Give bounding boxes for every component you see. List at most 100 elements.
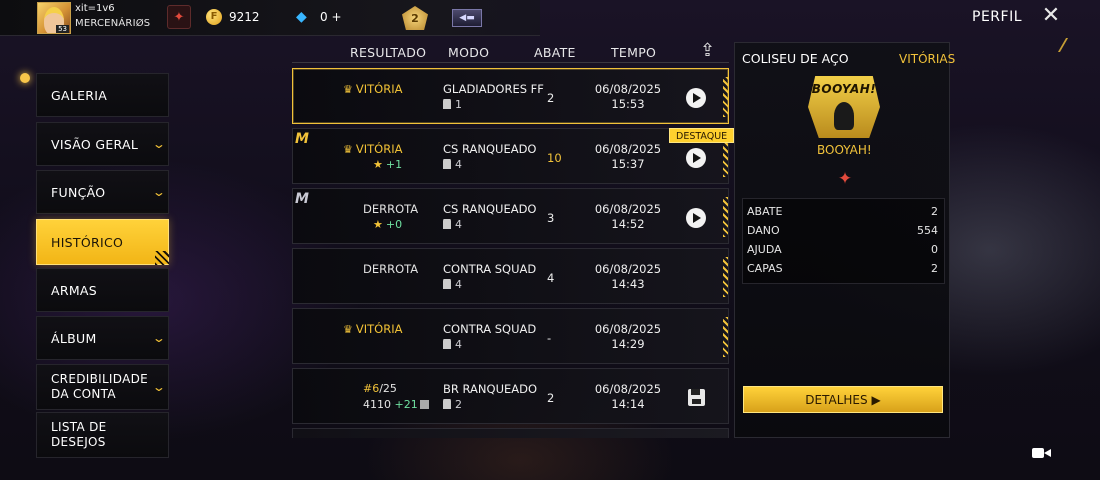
sidebar-item-credibilidade[interactable]: CREDIBILIDADE DA CONTA ⌄ [36, 364, 169, 410]
kill-count: 2 [547, 391, 555, 405]
star-icon: ★ [373, 218, 383, 231]
sidebar-item-historico[interactable]: HISTÓRICO [36, 219, 169, 265]
kill-count: 10 [547, 151, 562, 165]
sidebar-item-galeria[interactable]: GALERIA [36, 73, 169, 117]
person-icon [443, 99, 451, 109]
flag-icon[interactable]: ◀▬ [452, 9, 482, 27]
trophy-icon: ♛ [343, 83, 353, 96]
trophy-icon: ♛ [343, 143, 353, 156]
play-icon[interactable] [686, 148, 706, 168]
page-title: PERFIL [972, 9, 1022, 25]
trophy-icon: ♛ [343, 323, 353, 336]
mode-name: CONTRA SQUAD [443, 262, 537, 276]
sidebar-item-visao-geral[interactable]: VISÃO GERAL ⌄ [36, 122, 169, 166]
squad-size: 4 [443, 158, 462, 171]
decorative-slash [1057, 38, 1079, 52]
kill-count: 4 [547, 271, 555, 285]
star-change: ★ +0 [373, 218, 403, 231]
player-level: 53 [56, 25, 69, 33]
decorative-stripe [723, 197, 728, 237]
save-icon[interactable] [688, 389, 705, 406]
booyah-label: BOOYAH! [817, 143, 872, 157]
person-icon [443, 399, 451, 409]
table-row[interactable]: ♛ VITÓRIA CONTRA SQUAD 4 - 06/08/2025 14:2… [292, 308, 729, 364]
squad-size: 4 [443, 278, 462, 291]
panel-mode-title: COLISEU DE AÇO [742, 51, 849, 66]
rank-points: 4110 +21 [363, 398, 429, 411]
booyah-logo-icon: BOOYAH! [808, 76, 880, 138]
guild-name: MERCENÁRIØS [75, 18, 151, 29]
chevron-down-icon: ⌄ [151, 185, 167, 199]
rank-tier-icon: M [295, 131, 309, 147]
stat-row: ABATE 2 [747, 205, 938, 218]
match-time: 06/08/2025 14:29 [594, 322, 662, 351]
match-time: 06/08/2025 14:14 [594, 382, 662, 411]
column-header-modo: MODO [448, 45, 490, 60]
sidebar-item-album[interactable]: ÁLBUM ⌄ [36, 316, 169, 360]
result-win: ♛ VITÓRIA [343, 142, 403, 156]
result-win: ♛ VITÓRIA [343, 82, 403, 96]
star-icon: ★ [373, 158, 383, 171]
play-icon[interactable] [686, 88, 706, 108]
sidebar-item-funcao[interactable]: FUNÇÃO ⌄ [36, 170, 169, 214]
table-row[interactable]: M ♛ VITÓRIA ★ +1 CS RANQUEADO 4 10 06/08/2… [292, 128, 729, 184]
points-icon [419, 400, 429, 409]
table-row-partial [292, 428, 729, 438]
guild-emblem-icon[interactable]: ✦ [167, 5, 191, 29]
header-divider [292, 62, 729, 63]
stat-row: AJUDA 0 [747, 243, 938, 256]
squad-size: 4 [443, 338, 462, 351]
mode-name: CS RANQUEADO [443, 142, 537, 156]
kill-count: - [547, 331, 552, 345]
rank-position: #6/25 [363, 382, 397, 395]
player-nickname: xit=1v6 [75, 3, 115, 14]
person-icon [443, 279, 451, 289]
match-time: 06/08/2025 14:43 [594, 262, 662, 291]
stat-row: DANO 554 [747, 224, 938, 237]
table-row[interactable]: DERROTA CONTRA SQUAD 4 4 06/08/2025 14:43 [292, 248, 729, 304]
squad-size: 1 [443, 98, 462, 111]
diamond-icon: ◆ [296, 9, 307, 25]
column-header-abate: ABATE [534, 45, 576, 60]
result-loss: DERROTA [363, 262, 419, 276]
highlight-badge: DESTAQUE [669, 128, 735, 143]
table-row[interactable]: ♛ VITÓRIA GLADIADORES FF 1 2 06/08/2025 15… [292, 68, 729, 124]
result-loss: DERROTA [363, 202, 419, 216]
person-icon [443, 339, 451, 349]
column-header-resultado: RESULTADO [350, 45, 427, 60]
coin-icon: F [206, 9, 222, 25]
table-row[interactable]: #6/25 4110 +21 BR RANQUEADO 2 2 06/08/20… [292, 368, 729, 424]
mode-name: GLADIADORES FF [443, 82, 544, 96]
mode-name: CONTRA SQUAD [443, 322, 537, 336]
chevron-down-icon: ⌄ [151, 137, 167, 151]
sidebar-item-lista-de-desejos[interactable]: LISTA DE DESEJOS [36, 412, 169, 458]
star-change: ★ +1 [373, 158, 403, 171]
sidebar-item-armas[interactable]: ARMAS [36, 268, 169, 312]
avatar[interactable]: 53 [37, 2, 71, 34]
decorative-stripe [723, 257, 728, 297]
column-header-tempo: TEMPO [611, 45, 657, 60]
video-icon[interactable] [1032, 446, 1052, 460]
mode-name: BR RANQUEADO [443, 382, 538, 396]
decorative-stripe [723, 77, 728, 117]
close-icon[interactable]: ✕ [1040, 5, 1062, 28]
match-time: 06/08/2025 15:37 [594, 142, 662, 171]
kill-count: 2 [547, 91, 555, 105]
stat-row: CAPAS 2 [747, 262, 938, 275]
rank-tier-icon: M [295, 191, 309, 207]
table-row[interactable]: M DERROTA ★ +0 CS RANQUEADO 4 3 06/08/202… [292, 188, 729, 244]
result-win: ♛ VITÓRIA [343, 322, 403, 336]
kill-count: 3 [547, 211, 555, 225]
play-icon[interactable] [686, 208, 706, 228]
share-icon[interactable]: ⇪ [700, 40, 724, 61]
details-button[interactable]: DETALHES ▶ [743, 386, 943, 413]
match-time: 06/08/2025 14:52 [594, 202, 662, 231]
diamond-balance: 0 + [320, 10, 342, 24]
chevron-down-icon: ⌄ [151, 331, 167, 345]
mode-name: CS RANQUEADO [443, 202, 537, 216]
match-time: 06/08/2025 15:53 [594, 82, 662, 111]
panel-result: VITÓRIAS [899, 52, 956, 66]
chevron-down-icon: ⌄ [151, 380, 167, 394]
guild-emblem-icon: ✦ [837, 169, 853, 189]
decorative-light [20, 73, 30, 83]
